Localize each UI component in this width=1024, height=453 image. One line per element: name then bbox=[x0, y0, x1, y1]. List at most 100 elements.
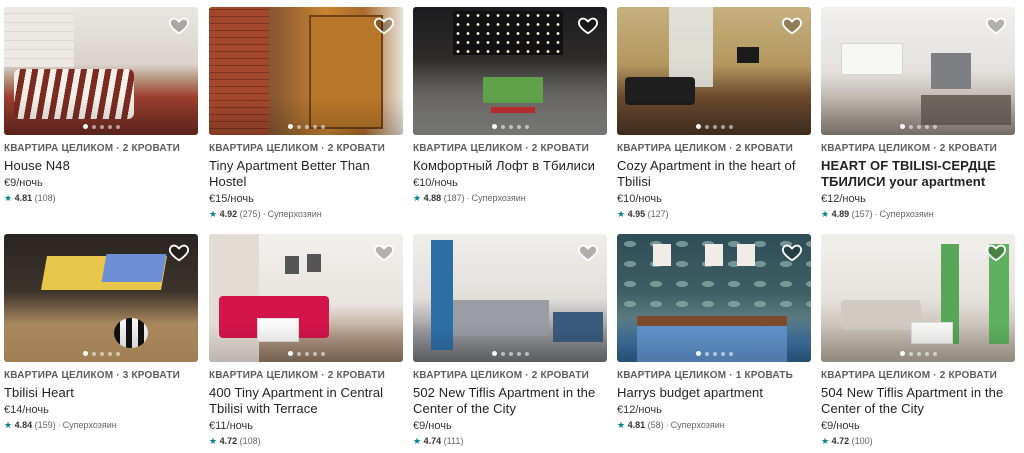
carousel-dot[interactable] bbox=[296, 124, 301, 129]
review-count: (275) bbox=[239, 209, 261, 219]
carousel-dot[interactable] bbox=[99, 124, 104, 129]
carousel-dot[interactable] bbox=[908, 124, 913, 129]
carousel-dot[interactable] bbox=[304, 351, 309, 356]
carousel-dot[interactable] bbox=[491, 124, 497, 129]
carousel-dot[interactable] bbox=[712, 124, 717, 129]
carousel-dot[interactable] bbox=[908, 351, 913, 356]
carousel-dot[interactable] bbox=[932, 351, 937, 356]
superhost-badge: Суперхозяин bbox=[62, 420, 117, 430]
carousel-dot[interactable] bbox=[899, 351, 905, 356]
carousel-dot[interactable] bbox=[91, 351, 96, 356]
carousel-dot[interactable] bbox=[932, 124, 937, 129]
listing-card[interactable]: КВАРТИРА ЦЕЛИКОМ · 2 КРОВАТИ House N48 €… bbox=[4, 7, 198, 204]
rating-value: 4.95 bbox=[627, 209, 646, 219]
favorite-heart-icon[interactable] bbox=[781, 241, 803, 263]
listing-title[interactable]: Комфортный Лофт в Тбилиси bbox=[413, 158, 607, 174]
carousel-dot[interactable] bbox=[508, 351, 513, 356]
favorite-heart-icon[interactable] bbox=[577, 14, 599, 36]
listing-title[interactable]: Harrys budget apartment bbox=[617, 385, 811, 401]
rating-value: 4.84 bbox=[14, 420, 33, 430]
listing-card[interactable]: КВАРТИРА ЦЕЛИКОМ · 2 КРОВАТИ 502 New Tif… bbox=[413, 234, 607, 447]
carousel-dot[interactable] bbox=[924, 124, 929, 129]
carousel-dot[interactable] bbox=[728, 351, 733, 356]
carousel-dot[interactable] bbox=[107, 124, 112, 129]
carousel-dot[interactable] bbox=[524, 351, 529, 356]
carousel-dot[interactable] bbox=[695, 351, 701, 356]
carousel-dot[interactable] bbox=[287, 351, 293, 356]
carousel-dot[interactable] bbox=[115, 124, 120, 129]
carousel-dot[interactable] bbox=[899, 124, 905, 129]
listing-photo[interactable] bbox=[821, 234, 1015, 362]
listing-photo[interactable] bbox=[209, 234, 403, 362]
carousel-dot[interactable] bbox=[704, 124, 709, 129]
carousel-dot[interactable] bbox=[312, 124, 317, 129]
listing-photo[interactable] bbox=[617, 234, 811, 362]
listing-card[interactable]: КВАРТИРА ЦЕЛИКОМ · 2 КРОВАТИ 504 New Tif… bbox=[821, 234, 1015, 447]
carousel-dot[interactable] bbox=[312, 351, 317, 356]
favorite-heart-icon[interactable] bbox=[781, 14, 803, 36]
listing-card[interactable]: КВАРТИРА ЦЕЛИКОМ · 3 КРОВАТИ Tbilisi Hea… bbox=[4, 234, 198, 431]
carousel-dot[interactable] bbox=[304, 124, 309, 129]
listing-card[interactable]: КВАРТИРА ЦЕЛИКОМ · 2 КРОВАТИ Комфортный … bbox=[413, 7, 607, 204]
listing-title[interactable]: House N48 bbox=[4, 158, 198, 174]
carousel-dot[interactable] bbox=[720, 351, 725, 356]
favorite-heart-icon[interactable] bbox=[168, 14, 190, 36]
listing-price: €10/ночь bbox=[617, 193, 662, 205]
listing-title[interactable]: Tiny Apartment Better Than Hostel bbox=[209, 158, 403, 190]
carousel-dot[interactable] bbox=[99, 351, 104, 356]
listing-title[interactable]: Cozy Apartment in the heart of Tbilisi bbox=[617, 158, 811, 190]
listing-title[interactable]: 502 New Tiflis Apartment in the Center o… bbox=[413, 385, 607, 417]
carousel-dot[interactable] bbox=[82, 124, 88, 129]
superhost-badge: Суперхозяин bbox=[879, 209, 934, 219]
listing-title[interactable]: 504 New Tiflis Apartment in the Center o… bbox=[821, 385, 1015, 417]
favorite-heart-icon[interactable] bbox=[373, 14, 395, 36]
listing-type: КВАРТИРА ЦЕЛИКОМ · 2 КРОВАТИ bbox=[413, 143, 590, 154]
carousel-dot[interactable] bbox=[916, 351, 921, 356]
carousel-dot[interactable] bbox=[82, 351, 88, 356]
favorite-heart-icon[interactable] bbox=[373, 241, 395, 263]
carousel-dot[interactable] bbox=[491, 351, 497, 356]
favorite-heart-icon[interactable] bbox=[577, 241, 599, 263]
carousel-dot[interactable] bbox=[500, 351, 505, 356]
listing-card[interactable]: КВАРТИРА ЦЕЛИКОМ · 2 КРОВАТИ Tiny Apartm… bbox=[209, 7, 403, 220]
listing-photo[interactable] bbox=[617, 7, 811, 135]
carousel-dot[interactable] bbox=[107, 351, 112, 356]
listing-title[interactable]: 400 Tiny Apartment in Central Tbilisi wi… bbox=[209, 385, 403, 417]
carousel-dot[interactable] bbox=[500, 124, 505, 129]
carousel-dot[interactable] bbox=[508, 124, 513, 129]
listing-rating: ★ 4.84 (159) · Суперхозяин bbox=[4, 420, 117, 430]
carousel-dot[interactable] bbox=[91, 124, 96, 129]
carousel-dot[interactable] bbox=[320, 351, 325, 356]
listing-title[interactable]: Tbilisi Heart bbox=[4, 385, 198, 401]
favorite-heart-icon[interactable] bbox=[168, 241, 190, 263]
carousel-dot[interactable] bbox=[916, 124, 921, 129]
favorite-heart-icon[interactable] bbox=[985, 14, 1007, 36]
listing-photo[interactable] bbox=[209, 7, 403, 135]
carousel-dot[interactable] bbox=[704, 351, 709, 356]
carousel-dot[interactable] bbox=[296, 351, 301, 356]
carousel-dot[interactable] bbox=[695, 124, 701, 129]
listing-card[interactable]: КВАРТИРА ЦЕЛИКОМ · 2 КРОВАТИ 400 Tiny Ap… bbox=[209, 234, 403, 447]
listing-photo[interactable] bbox=[821, 7, 1015, 135]
carousel-dot[interactable] bbox=[516, 124, 521, 129]
listing-card[interactable]: КВАРТИРА ЦЕЛИКОМ · 1 КРОВАТЬ Harrys budg… bbox=[617, 234, 811, 431]
listing-card[interactable]: КВАРТИРА ЦЕЛИКОМ · 2 КРОВАТИ HEART OF TB… bbox=[821, 7, 1015, 220]
carousel-dot[interactable] bbox=[924, 351, 929, 356]
listing-card[interactable]: КВАРТИРА ЦЕЛИКОМ · 2 КРОВАТИ Cozy Apartm… bbox=[617, 7, 811, 220]
listing-rating: ★ 4.89 (157) · Суперхозяин bbox=[821, 209, 934, 219]
carousel-dot[interactable] bbox=[524, 124, 529, 129]
listing-photo[interactable] bbox=[4, 234, 198, 362]
listing-title[interactable]: HEART OF TBILISI-СЕРДЦЕ ТБИЛИСИ your apa… bbox=[821, 158, 1015, 190]
favorite-heart-icon[interactable] bbox=[985, 241, 1007, 263]
carousel-dot[interactable] bbox=[728, 124, 733, 129]
carousel-dot[interactable] bbox=[320, 124, 325, 129]
carousel-dot[interactable] bbox=[516, 351, 521, 356]
listing-photo[interactable] bbox=[413, 7, 607, 135]
listing-photo[interactable] bbox=[4, 7, 198, 135]
review-count: (108) bbox=[239, 436, 261, 446]
listing-photo[interactable] bbox=[413, 234, 607, 362]
carousel-dot[interactable] bbox=[287, 124, 293, 129]
carousel-dot[interactable] bbox=[712, 351, 717, 356]
carousel-dot[interactable] bbox=[720, 124, 725, 129]
carousel-dot[interactable] bbox=[115, 351, 120, 356]
